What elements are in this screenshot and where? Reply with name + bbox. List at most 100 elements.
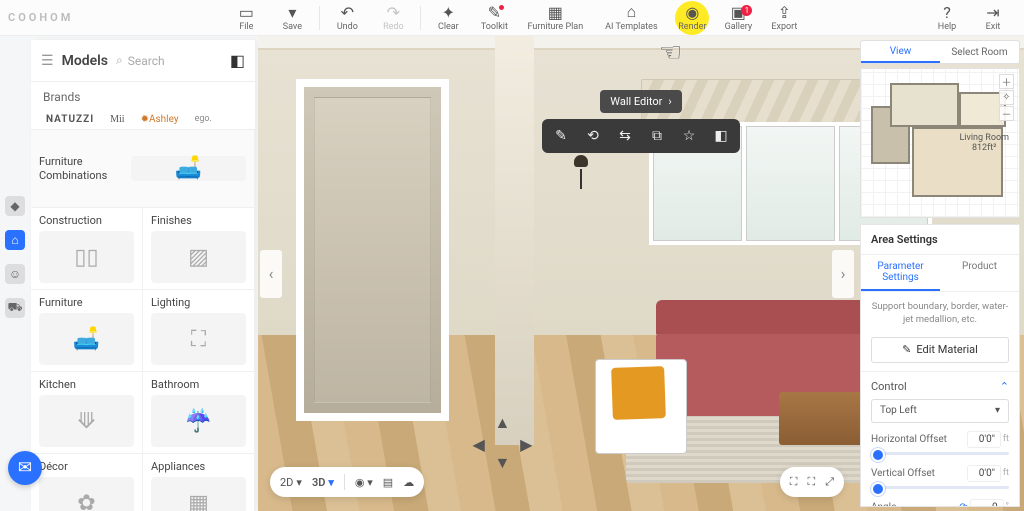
copy-icon: ⧉ bbox=[652, 128, 662, 144]
brands-section: Brands NATUZZI Mii ✹Ashley ego. bbox=[31, 82, 255, 130]
thumb-lamp-icon: ⛶ bbox=[151, 313, 246, 365]
file-icon: ▭ bbox=[237, 3, 255, 21]
fullscreen-toggle[interactable]: ⤢ bbox=[825, 475, 834, 489]
field-label: Horizontal Offset bbox=[871, 434, 947, 445]
minimap-compass-icon[interactable]: ✧ bbox=[999, 90, 1014, 105]
gallery-button[interactable]: 1▣Gallery bbox=[715, 3, 761, 32]
dock-item-4[interactable]: ⛟ bbox=[5, 298, 25, 318]
position-select[interactable]: Top Left ▾ bbox=[871, 399, 1009, 423]
tool-rotate[interactable]: ⟲ bbox=[578, 123, 608, 149]
angle-value[interactable]: 0 bbox=[970, 499, 1004, 507]
minimap-zoom-in[interactable]: ＋ bbox=[999, 74, 1014, 89]
cat-kitchen[interactable]: Kitchen⟱ bbox=[31, 372, 143, 454]
collapse-icon[interactable]: ⌃ bbox=[1000, 380, 1009, 393]
dock-item-models[interactable]: ⌂ bbox=[5, 230, 25, 250]
minimap[interactable]: Living Room 812ft² ＋ ✧ － bbox=[860, 68, 1020, 218]
badge: 1 bbox=[741, 5, 752, 16]
toolkit-button[interactable]: ✎Toolkit bbox=[471, 3, 517, 32]
angle-rotate-icon[interactable]: ⟳ bbox=[959, 502, 967, 507]
save-icon: ▾ bbox=[283, 3, 301, 21]
h-offset-value[interactable]: 0'0" bbox=[967, 431, 1001, 448]
cat-bathroom[interactable]: Bathroom☔ bbox=[143, 372, 255, 454]
nav-right[interactable]: ▶ bbox=[520, 435, 532, 454]
pencil-icon: ✎ bbox=[902, 343, 911, 356]
cat-lighting[interactable]: Lighting⛶ bbox=[143, 290, 255, 372]
dock-item-3[interactable]: ☺ bbox=[5, 264, 25, 284]
tool-favorite[interactable]: ☆ bbox=[674, 123, 704, 149]
camera-search-icon[interactable]: ◧ bbox=[230, 51, 245, 70]
scene-armchair bbox=[595, 359, 687, 454]
tool-flip[interactable]: ⇆ bbox=[610, 123, 640, 149]
tool-copy[interactable]: ⧉ bbox=[642, 123, 672, 149]
panel-title: Models bbox=[62, 53, 108, 69]
cat-construction[interactable]: Construction▯▯ bbox=[31, 208, 143, 290]
thumb-appliance-icon: ▦ bbox=[151, 477, 246, 511]
tab-parameter-settings[interactable]: Parameter Settings bbox=[861, 255, 940, 291]
help-button[interactable]: ?Help bbox=[924, 0, 970, 35]
nav-down[interactable]: ▼ bbox=[494, 453, 510, 473]
redo-button[interactable]: ↷Redo bbox=[370, 3, 416, 32]
export-button[interactable]: ⇪Export bbox=[761, 3, 807, 32]
viewport-next-button[interactable]: › bbox=[832, 250, 854, 298]
cat-furniture-combinations[interactable]: Furniture Combinations 🛋️ bbox=[31, 130, 255, 208]
exit-button[interactable]: ⇥Exit bbox=[970, 0, 1016, 35]
wall-editor-button[interactable]: Wall Editor › bbox=[600, 90, 681, 113]
control-b[interactable]: ⛶ bbox=[807, 475, 815, 489]
cat-appliances[interactable]: Appliances▦ bbox=[143, 454, 255, 511]
ai-templates-icon: ⌂ bbox=[622, 3, 640, 21]
nav-up[interactable]: ▲ bbox=[494, 413, 510, 433]
file-button[interactable]: ▭File bbox=[223, 3, 269, 32]
scene-sconce bbox=[572, 155, 590, 189]
search-input[interactable]: ⌕ Search bbox=[116, 53, 224, 68]
minimap-zoom-out[interactable]: － bbox=[999, 106, 1014, 121]
h-offset-slider[interactable] bbox=[871, 452, 1009, 455]
field-label: Vertical Offset bbox=[871, 468, 935, 479]
render-button[interactable]: ◉Render bbox=[669, 3, 715, 32]
clear-button[interactable]: ✦Clear bbox=[425, 3, 471, 32]
area-settings-panel: Area Settings Parameter Settings Product… bbox=[860, 224, 1020, 507]
tool-erase[interactable]: ◧ bbox=[706, 123, 736, 149]
brand-item[interactable]: Mii bbox=[107, 112, 127, 127]
tab-view[interactable]: View bbox=[861, 41, 940, 63]
cat-finishes[interactable]: Finishes▨ bbox=[143, 208, 255, 290]
visibility-toggle[interactable]: ◉ ▾ bbox=[355, 476, 373, 489]
view-mode-toolbar: 2D ▾ 3D ▾ ◉ ▾ ▤ ☁ bbox=[270, 467, 424, 497]
brand-item[interactable]: ✹Ashley bbox=[138, 112, 182, 127]
chat-button[interactable]: ✉ bbox=[8, 451, 42, 485]
dock-item-1[interactable]: ◆ bbox=[5, 196, 25, 216]
undo-button[interactable]: ↶Undo bbox=[324, 3, 370, 32]
top-toolbar: COOHOM ▭File ▾Save ↶Undo ↷Redo ✦Clear ✎T… bbox=[0, 0, 1024, 36]
undo-icon: ↶ bbox=[338, 3, 356, 21]
nav-left[interactable]: ◀ bbox=[472, 435, 484, 454]
layers-toggle[interactable]: ▤ bbox=[383, 476, 393, 489]
panel-menu-icon[interactable]: ☰ bbox=[41, 53, 54, 69]
tool-draw[interactable]: ✎ bbox=[546, 123, 576, 149]
help-icon: ? bbox=[938, 3, 956, 21]
right-pane: View Select Room Living Room 812ft² ＋ ✧ … bbox=[856, 36, 1024, 511]
viewport-prev-button[interactable]: ‹ bbox=[260, 250, 282, 298]
cloud-toggle[interactable]: ☁ bbox=[403, 476, 414, 489]
tab-product[interactable]: Product bbox=[940, 255, 1019, 291]
save-button[interactable]: ▾Save bbox=[269, 3, 315, 32]
edit-material-button[interactable]: ✎ Edit Material bbox=[871, 337, 1009, 363]
brand-item[interactable]: NATUZZI bbox=[43, 112, 97, 127]
v-offset-value[interactable]: 0'0" bbox=[967, 465, 1001, 482]
app-logo: COOHOM bbox=[8, 0, 73, 35]
furniture-plan-button[interactable]: ▦Furniture Plan bbox=[517, 3, 593, 32]
thumb-faucet-icon: ⟱ bbox=[39, 395, 134, 447]
settings-description: Support boundary, border, water-jet meda… bbox=[861, 292, 1019, 335]
mode-2d[interactable]: 2D ▾ bbox=[280, 476, 302, 489]
mode-3d[interactable]: 3D ▾ bbox=[312, 476, 334, 489]
flip-icon: ⇆ bbox=[619, 128, 631, 144]
v-offset-slider[interactable] bbox=[871, 486, 1009, 489]
control-a[interactable]: ⛶ bbox=[790, 475, 798, 489]
brand-item[interactable]: ego. bbox=[192, 112, 215, 127]
cat-decor[interactable]: Décor✿ bbox=[31, 454, 143, 511]
cat-furniture[interactable]: Furniture🛋️ bbox=[31, 290, 143, 372]
eraser-icon: ◧ bbox=[714, 128, 727, 144]
chevron-right-icon: › bbox=[841, 264, 846, 283]
wall-editor-popup: Wall Editor › ✎ ⟲ ⇆ ⧉ ☆ ◧ bbox=[542, 90, 740, 153]
tab-select-room[interactable]: Select Room bbox=[940, 41, 1019, 63]
ai-templates-button[interactable]: ⌂AI Templates bbox=[593, 3, 669, 32]
furniture-plan-icon: ▦ bbox=[546, 3, 564, 21]
